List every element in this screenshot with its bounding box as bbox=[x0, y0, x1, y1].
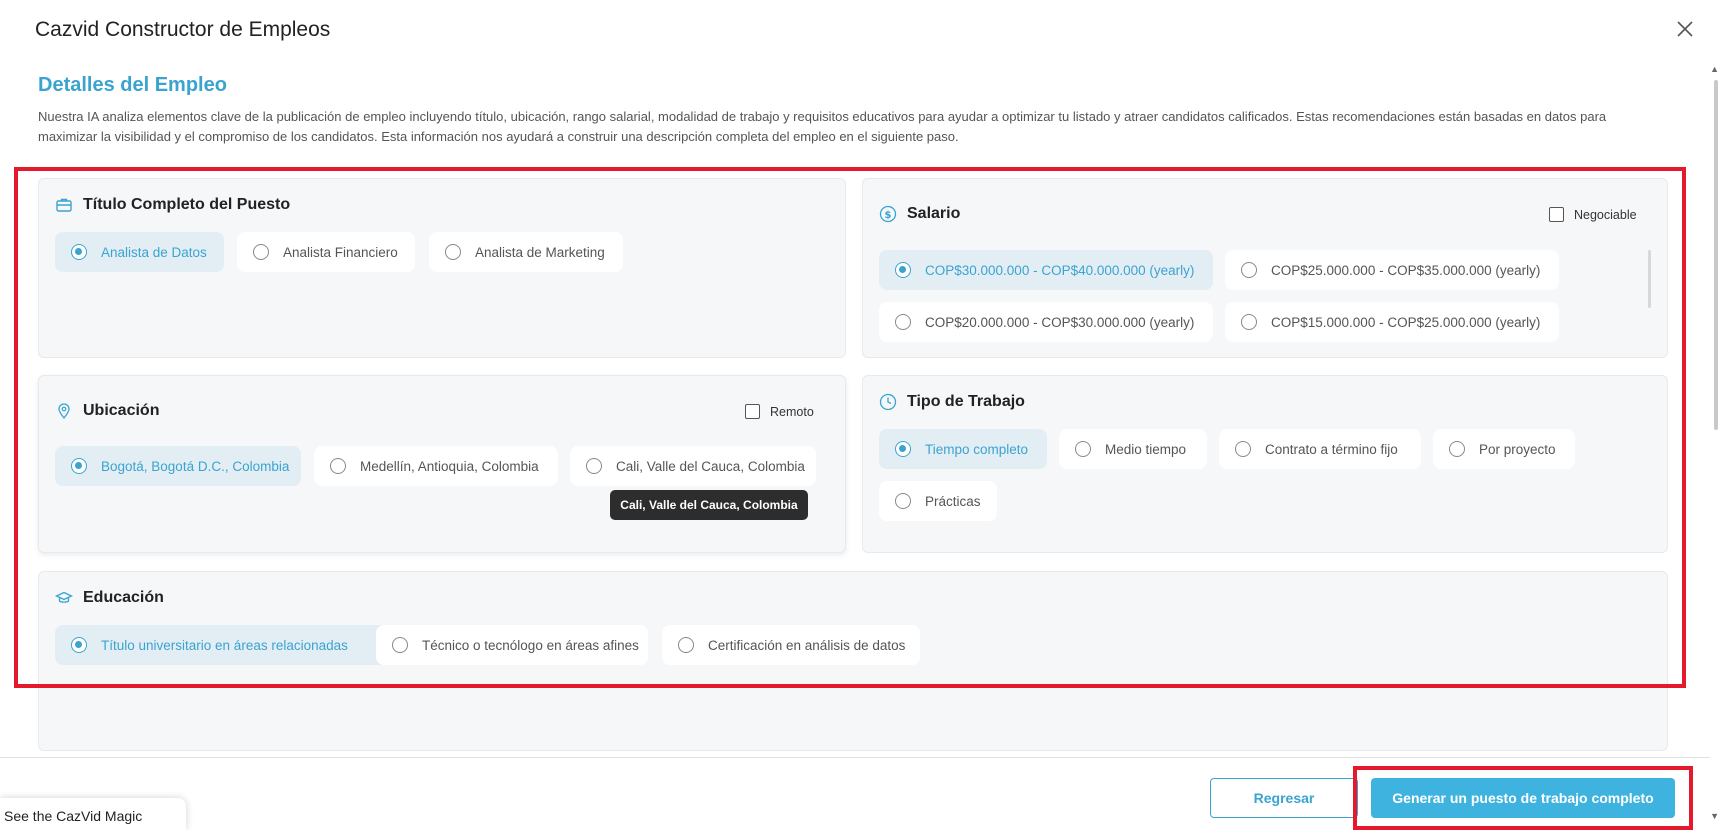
education-card: Educación Título universitario en áreas … bbox=[38, 571, 1668, 751]
education-card-label: Educación bbox=[83, 589, 164, 606]
education-option-2[interactable]: Certificación en análisis de datos bbox=[662, 625, 920, 665]
modal-title: Cazvid Constructor de Empleos bbox=[35, 18, 331, 41]
education-option-0[interactable]: Título universitario en áreas relacionad… bbox=[55, 625, 397, 665]
checkbox-box[interactable] bbox=[1549, 207, 1564, 222]
option-label: Medio tiempo bbox=[1105, 441, 1187, 457]
worktype-option-2[interactable]: Contrato a término fijo bbox=[1219, 429, 1421, 469]
radio-selected[interactable] bbox=[71, 458, 87, 474]
location-tooltip: Cali, Valle del Cauca, Colombia bbox=[610, 490, 808, 520]
remote-label: Remoto bbox=[770, 404, 814, 419]
location-card: Ubicación Remoto Bogotá, Bogotá D.C., Co… bbox=[38, 375, 846, 553]
negotiable-checkbox[interactable]: Negociable bbox=[1549, 207, 1637, 222]
radio[interactable] bbox=[1235, 441, 1251, 457]
title-option-1[interactable]: Analista Financiero bbox=[237, 232, 415, 272]
section-heading: Detalles del Empleo bbox=[38, 74, 227, 96]
option-label: Analista de Datos bbox=[101, 244, 207, 260]
location-pin-icon bbox=[58, 403, 70, 420]
option-label: COP$30.000.000 - COP$40.000.000 (yearly) bbox=[925, 262, 1195, 278]
radio[interactable] bbox=[678, 637, 694, 653]
option-label: COP$25.000.000 - COP$35.000.000 (yearly) bbox=[1271, 262, 1541, 278]
salary-option-2[interactable]: COP$20.000.000 - COP$30.000.000 (yearly) bbox=[879, 302, 1213, 342]
option-label: Medellín, Antioquia, Colombia bbox=[360, 458, 539, 474]
option-label: Cali, Valle del Cauca, Colombia bbox=[616, 458, 805, 474]
section-description: Nuestra IA analiza elementos clave de la… bbox=[38, 109, 1607, 144]
location-option-2[interactable]: Cali, Valle del Cauca, Colombia bbox=[570, 446, 816, 486]
worktype-option-4[interactable]: Prácticas bbox=[879, 481, 997, 521]
salary-option-0[interactable]: COP$30.000.000 - COP$40.000.000 (yearly) bbox=[879, 250, 1213, 290]
negotiable-label: Negociable bbox=[1574, 207, 1637, 222]
scrollbar-thumb[interactable] bbox=[1714, 80, 1718, 430]
svg-text:$: $ bbox=[885, 210, 892, 221]
radio[interactable] bbox=[253, 244, 269, 260]
location-option-0[interactable]: Bogotá, Bogotá D.C., Colombia bbox=[55, 446, 301, 486]
salary-card: $ Salario Negociable COP$30.000.000 - CO… bbox=[862, 178, 1668, 358]
worktype-option-1[interactable]: Medio tiempo bbox=[1059, 429, 1207, 469]
footer-divider bbox=[0, 757, 1710, 758]
location-card-label: Ubicación bbox=[83, 402, 160, 419]
location-option-1[interactable]: Medellín, Antioquia, Colombia bbox=[314, 446, 558, 486]
briefcase-icon bbox=[56, 198, 72, 212]
worktype-card: Tipo de Trabajo Tiempo completo Medio ti… bbox=[862, 375, 1668, 553]
clock-icon bbox=[879, 393, 897, 411]
checkbox-box[interactable] bbox=[745, 404, 760, 419]
option-label: Tiempo completo bbox=[925, 441, 1029, 457]
radio[interactable] bbox=[586, 458, 602, 474]
option-label: COP$15.000.000 - COP$25.000.000 (yearly) bbox=[1271, 314, 1541, 330]
close-icon[interactable] bbox=[1674, 18, 1696, 40]
generate-job-button[interactable]: Generar un puesto de trabajo completo bbox=[1371, 778, 1675, 818]
option-label: Certificación en análisis de datos bbox=[708, 637, 906, 653]
dollar-icon: $ bbox=[879, 205, 897, 223]
title-option-0[interactable]: Analista de Datos bbox=[55, 232, 224, 272]
option-label: Analista de Marketing bbox=[475, 244, 605, 260]
worktype-card-heading: Tipo de Trabajo bbox=[879, 393, 1025, 411]
radio[interactable] bbox=[1241, 262, 1257, 278]
scroll-up-icon[interactable]: ▲ bbox=[1710, 64, 1719, 74]
title-option-2[interactable]: Analista de Marketing bbox=[429, 232, 623, 272]
radio[interactable] bbox=[895, 493, 911, 509]
salary-option-1[interactable]: COP$25.000.000 - COP$35.000.000 (yearly) bbox=[1225, 250, 1559, 290]
option-label: Contrato a término fijo bbox=[1265, 441, 1398, 457]
worktype-card-label: Tipo de Trabajo bbox=[907, 393, 1025, 410]
option-label: Técnico o tecnólogo en áreas afines bbox=[422, 637, 639, 653]
remote-checkbox[interactable]: Remoto bbox=[745, 404, 814, 419]
title-card-label: Título Completo del Puesto bbox=[83, 196, 291, 213]
graduation-cap-icon bbox=[55, 591, 73, 603]
radio-selected[interactable] bbox=[895, 262, 911, 278]
close-button[interactable] bbox=[1674, 18, 1696, 40]
radio-selected[interactable] bbox=[71, 637, 87, 653]
option-label: Título universitario en áreas relacionad… bbox=[101, 637, 348, 653]
worktype-option-0[interactable]: Tiempo completo bbox=[879, 429, 1047, 469]
option-label: Bogotá, Bogotá D.C., Colombia bbox=[101, 458, 290, 474]
scroll-down-icon[interactable]: ▼ bbox=[1710, 811, 1719, 821]
back-button[interactable]: Regresar bbox=[1210, 778, 1358, 818]
option-label: Por proyecto bbox=[1479, 441, 1556, 457]
radio-selected[interactable] bbox=[895, 441, 911, 457]
education-card-heading: Educación bbox=[55, 589, 164, 607]
radio[interactable] bbox=[1075, 441, 1091, 457]
title-card: Título Completo del Puesto Analista de D… bbox=[38, 178, 846, 358]
location-card-heading: Ubicación bbox=[55, 402, 159, 420]
radio[interactable] bbox=[1449, 441, 1465, 457]
option-label: COP$20.000.000 - COP$30.000.000 (yearly) bbox=[925, 314, 1195, 330]
salary-scrollbar[interactable] bbox=[1648, 250, 1651, 308]
salary-card-label: Salario bbox=[907, 205, 961, 222]
salary-card-heading: $ Salario bbox=[879, 205, 960, 223]
radio-selected[interactable] bbox=[71, 244, 87, 260]
option-label: Prácticas bbox=[925, 493, 981, 509]
radio[interactable] bbox=[392, 637, 408, 653]
radio[interactable] bbox=[1241, 314, 1257, 330]
radio[interactable] bbox=[445, 244, 461, 260]
cazvid-magic-tab[interactable]: See the CazVid Magic bbox=[0, 798, 186, 830]
radio[interactable] bbox=[895, 314, 911, 330]
title-card-heading: Título Completo del Puesto bbox=[55, 196, 290, 214]
worktype-option-3[interactable]: Por proyecto bbox=[1433, 429, 1575, 469]
radio[interactable] bbox=[330, 458, 346, 474]
option-label: Analista Financiero bbox=[283, 244, 398, 260]
education-option-1[interactable]: Técnico o tecnólogo en áreas afines bbox=[376, 625, 648, 665]
salary-option-3[interactable]: COP$15.000.000 - COP$25.000.000 (yearly) bbox=[1225, 302, 1559, 342]
